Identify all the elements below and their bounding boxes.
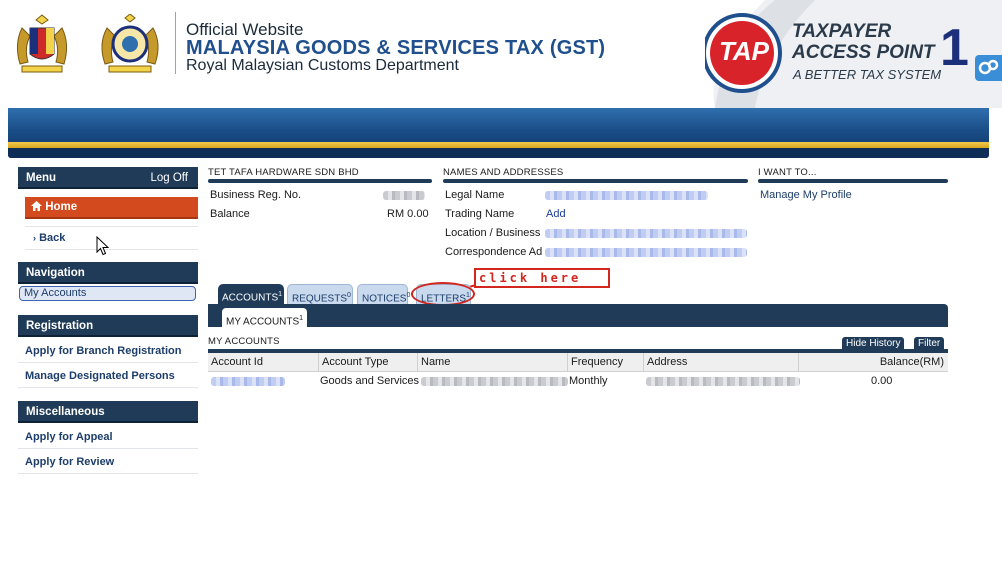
- subtab-my-accounts-label: MY ACCOUNTS: [226, 316, 300, 328]
- tab-requests[interactable]: REQUESTS0: [287, 284, 353, 304]
- apply-for-review-link[interactable]: Apply for Review: [18, 450, 198, 474]
- tab-requests-label: REQUESTS: [292, 293, 348, 305]
- menu-title: Menu: [26, 172, 57, 184]
- subtab-my-accounts[interactable]: MY ACCOUNTS1: [222, 308, 308, 328]
- home-button[interactable]: Home: [25, 197, 198, 219]
- menu-header: Menu Log Off: [18, 167, 198, 189]
- legal-name-label: Legal Name: [445, 189, 505, 201]
- click-here-annotation: click here: [474, 268, 610, 288]
- header-divider: [175, 12, 176, 74]
- my-accounts-title: MY ACCOUNTS: [208, 336, 280, 347]
- tab-accounts[interactable]: ACCOUNTS1: [218, 284, 284, 304]
- tab-notices[interactable]: NOTICES0: [357, 284, 411, 305]
- company-name: TET TAFA HARDWARE SDN BHD: [208, 167, 359, 178]
- tap-title: TAXPAYER ACCESS POINT: [792, 21, 935, 63]
- business-reg-value: [383, 191, 425, 200]
- tap-subtitle: A BETTER TAX SYSTEM: [793, 67, 942, 82]
- col-account-type[interactable]: Account Type: [319, 353, 418, 371]
- miscellaneous-header: Miscellaneous: [18, 401, 198, 423]
- i-want-to-title: I WANT TO...: [758, 167, 817, 178]
- home-label: Home: [45, 201, 78, 213]
- location-business-value: [545, 229, 747, 238]
- tab-notices-label: NOTICES: [362, 293, 407, 305]
- balance-cell-value: 0.00: [871, 375, 893, 387]
- legal-name-value: [545, 191, 708, 200]
- correspondence-address-label: Correspondence Ad: [445, 246, 543, 258]
- col-account-id[interactable]: Account Id: [208, 353, 319, 371]
- col-address[interactable]: Address: [644, 353, 799, 371]
- frequency-value: Monthly: [569, 375, 608, 387]
- my-accounts-link[interactable]: My Accounts: [19, 286, 196, 301]
- names-addresses-title: NAMES AND ADDRESSES: [443, 167, 564, 178]
- jata-negara-crest: [10, 14, 74, 76]
- back-link[interactable]: › Back: [25, 226, 198, 250]
- malaysia-1-badge: 1: [940, 19, 969, 77]
- customs-crest: [93, 13, 159, 76]
- account-id-value[interactable]: [211, 377, 285, 386]
- manage-my-profile-link[interactable]: Manage My Profile: [760, 189, 852, 201]
- correspondence-address-value: [545, 248, 747, 257]
- balance-value: RM 0.00: [387, 208, 429, 220]
- tap-logo-text: TAP: [718, 36, 770, 66]
- account-type-value: Goods and Services: [320, 375, 420, 387]
- home-icon: [31, 201, 42, 211]
- address-value: [646, 377, 800, 386]
- banner-bottom-stripe: [8, 148, 989, 158]
- apply-for-appeal-link[interactable]: Apply for Appeal: [18, 425, 198, 449]
- trading-name-add-link[interactable]: Add: [546, 208, 566, 220]
- location-business-label: Location / Business: [445, 227, 541, 239]
- apply-branch-registration-link[interactable]: Apply for Branch Registration: [18, 339, 198, 363]
- department-name: Royal Malaysian Customs Department: [186, 57, 459, 74]
- i-want-to-bar: [758, 179, 948, 183]
- mouse-cursor-icon: [96, 236, 109, 256]
- logoff-link[interactable]: Log Off: [150, 167, 188, 189]
- subtab-bar: [208, 304, 948, 327]
- registration-header: Registration: [18, 315, 198, 337]
- tab-requests-count: 0: [347, 292, 351, 299]
- back-label: Back: [39, 232, 66, 244]
- subtab-my-accounts-count: 1: [299, 315, 304, 322]
- chevron-right-icon: ›: [33, 233, 36, 243]
- company-bar: [208, 179, 432, 183]
- tab-accounts-count: 1: [278, 291, 283, 298]
- navigation-header: Navigation: [18, 262, 198, 284]
- manage-designated-persons-link[interactable]: Manage Designated Persons: [18, 364, 198, 388]
- tab-accounts-label: ACCOUNTS: [222, 292, 279, 304]
- tab-notices-count: 0: [406, 292, 411, 299]
- account-name-value: [421, 377, 568, 386]
- table-header: Account Id Account Type Name Frequency A…: [208, 353, 948, 372]
- business-reg-label: Business Reg. No.: [210, 189, 302, 201]
- names-bar: [443, 179, 748, 183]
- col-balance[interactable]: Balance(RM): [799, 353, 948, 371]
- col-name[interactable]: Name: [418, 353, 568, 371]
- letters-highlight-ellipse: [411, 282, 475, 306]
- trading-name-label: Trading Name: [445, 208, 515, 220]
- balance-label: Balance: [210, 208, 250, 220]
- accessibility-icon[interactable]: [975, 55, 1002, 81]
- col-frequency[interactable]: Frequency: [568, 353, 644, 371]
